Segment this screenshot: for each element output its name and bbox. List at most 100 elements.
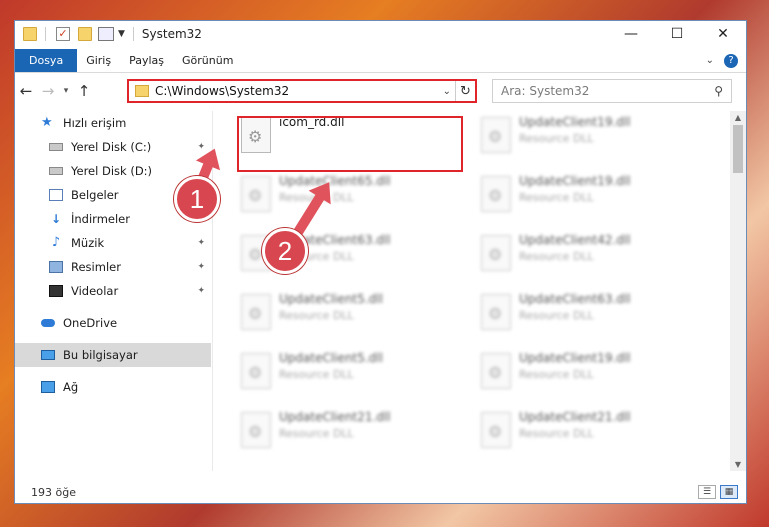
disk-icon (49, 143, 63, 151)
scroll-up-icon[interactable]: ▲ (730, 113, 746, 122)
recent-locations-chevron-icon[interactable]: ▾ (59, 86, 73, 96)
file-name: UpdateClient19.dll (519, 115, 631, 129)
pin-icon[interactable]: ✦ (197, 238, 205, 248)
pin-icon[interactable]: ✦ (197, 262, 205, 272)
search-icon[interactable]: ⚲ (714, 84, 723, 98)
file-tile[interactable]: UpdateClient21.dll Resource DLL (235, 406, 465, 462)
dll-file-icon (481, 117, 511, 153)
explorer-window: ✓ ▼ System32 — ☐ ✕ Dosya Giriş Paylaş Gö… (14, 20, 747, 504)
file-type: Resource DLL (519, 427, 594, 440)
address-bar[interactable]: C:\Windows\System32 ⌄ ↻ (127, 79, 477, 103)
disk-icon (49, 167, 63, 175)
file-name: UpdateClient19.dll (519, 351, 631, 365)
back-arrow-icon[interactable]: ← (15, 82, 37, 100)
sidebar-item-label: Yerel Disk (D:) (71, 164, 153, 178)
sidebar-item-music[interactable]: ♪ Müzik ✦ (15, 231, 211, 255)
file-type: Resource DLL (279, 427, 354, 440)
expand-ribbon-icon[interactable]: ⌄ (706, 55, 714, 66)
file-tile[interactable]: UpdateClient21.dll Resource DLL (475, 406, 705, 462)
status-bar: 193 öğe ☰ ▦ (15, 481, 746, 503)
file-tile[interactable]: UpdateClient5.dll Resource DLL (235, 288, 465, 344)
properties-check-icon[interactable]: ✓ (56, 27, 70, 41)
music-icon: ♪ (51, 235, 61, 250)
pictures-icon (49, 261, 63, 273)
file-name: UpdateClient21.dll (279, 410, 391, 424)
view-buttons: ☰ ▦ (698, 485, 738, 499)
dll-file-icon (481, 294, 511, 330)
window-controls: — ☐ ✕ (608, 21, 746, 47)
scroll-down-icon[interactable]: ▼ (730, 460, 746, 469)
file-tile[interactable]: UpdateClient63.dll Resource DLL (475, 288, 705, 344)
maximize-button[interactable]: ☐ (654, 21, 700, 47)
file-type: Resource DLL (519, 250, 594, 263)
address-path[interactable]: C:\Windows\System32 (155, 84, 289, 98)
file-tile[interactable]: UpdateClient19.dll Resource DLL (475, 111, 705, 167)
navigation-pane: ★ Hızlı erişim Yerel Disk (C:) ✦ Yerel D… (15, 111, 211, 471)
file-type: Resource DLL (279, 309, 354, 322)
title-bar: ✓ ▼ System32 — ☐ ✕ (15, 21, 746, 47)
minimize-button[interactable]: — (608, 21, 654, 47)
ribbon-tabs: Dosya Giriş Paylaş Görünüm ⌄ ? (15, 49, 746, 73)
file-type: Resource DLL (519, 132, 594, 145)
network-icon (41, 381, 55, 393)
sidebar-item-label: OneDrive (63, 316, 118, 330)
refresh-icon[interactable]: ↻ (455, 81, 475, 101)
chevron-down-icon[interactable]: ⌄ (443, 86, 451, 97)
dll-file-icon (241, 412, 271, 448)
search-box[interactable]: Ara: System32 ⚲ (492, 79, 732, 103)
cloud-icon (41, 319, 55, 327)
dll-file-icon (241, 176, 271, 212)
vertical-scrollbar[interactable]: ▲ ▼ (730, 111, 746, 471)
file-tile[interactable]: UpdateClient65.dllResource DLL (235, 170, 465, 226)
sidebar-item-quick-access[interactable]: ★ Hızlı erişim (15, 111, 211, 135)
file-name: UpdateClient42.dll (519, 233, 631, 247)
new-folder-icon[interactable] (78, 27, 92, 41)
quick-access-toolbar-icon[interactable] (98, 27, 114, 41)
address-row: ← → ▾ ↑ C:\Windows\System32 ⌄ ↻ Ara: Sys… (15, 77, 746, 105)
tiles-view-icon[interactable]: ▦ (720, 485, 738, 499)
file-name: UpdateClient63.dll (519, 292, 631, 306)
file-tile[interactable]: UpdateClient42.dll Resource DLL (475, 229, 705, 285)
tab-file[interactable]: Dosya (15, 49, 78, 72)
computer-icon (41, 350, 55, 360)
forward-arrow-icon[interactable]: → (37, 82, 59, 100)
documents-icon (49, 189, 63, 201)
sidebar-item-label: Bu bilgisayar (63, 348, 138, 362)
sidebar-item-local-disk-c[interactable]: Yerel Disk (C:) ✦ (15, 135, 211, 159)
file-name: UpdateClient21.dll (519, 410, 631, 424)
file-type: Resource DLL (519, 368, 594, 381)
file-type: Resource DLL (279, 368, 354, 381)
sidebar-item-this-pc[interactable]: Bu bilgisayar (15, 343, 211, 367)
step-badge-2: 2 (262, 228, 308, 274)
download-icon: ↓ (50, 212, 62, 226)
sidebar-item-label: Müzik (71, 236, 105, 250)
sidebar-item-videos[interactable]: Videolar ✦ (15, 279, 211, 303)
file-name: UpdateClient5.dll (279, 351, 383, 365)
file-tile[interactable]: UpdateClient5.dll Resource DLL (235, 347, 465, 403)
file-tile[interactable]: UpdateClient19.dll Resource DLL (475, 170, 705, 226)
scrollbar-thumb[interactable] (733, 125, 743, 173)
help-icon[interactable]: ? (724, 53, 738, 68)
dll-file-icon (481, 353, 511, 389)
sidebar-item-onedrive[interactable]: OneDrive (15, 311, 211, 335)
sidebar-item-pictures[interactable]: Resimler ✦ (15, 255, 211, 279)
tab-home[interactable]: Giriş (77, 49, 120, 72)
search-input[interactable]: Ara: System32 (501, 84, 589, 98)
pin-icon[interactable]: ✦ (197, 286, 205, 296)
file-name: UpdateClient5.dll (279, 292, 383, 306)
chevron-down-icon[interactable]: ▼ (118, 29, 125, 39)
file-tile[interactable]: UpdateClient19.dll Resource DLL (475, 347, 705, 403)
tab-view[interactable]: Görünüm (173, 49, 242, 72)
details-view-icon[interactable]: ☰ (698, 485, 716, 499)
close-button[interactable]: ✕ (700, 21, 746, 47)
sidebar-item-local-disk-d[interactable]: Yerel Disk (D:) (15, 159, 211, 183)
tab-share[interactable]: Paylaş (120, 49, 173, 72)
sidebar-item-network[interactable]: Ağ (15, 375, 211, 399)
step-badge-1: 1 (174, 176, 220, 222)
sidebar-item-label: Ağ (63, 380, 79, 394)
up-arrow-icon[interactable]: ↑ (73, 82, 95, 100)
dll-file-icon (241, 353, 271, 389)
ribbon-controls: ⌄ ? (706, 49, 746, 72)
file-name: UpdateClient19.dll (519, 174, 631, 188)
window-title: System32 (141, 27, 202, 41)
